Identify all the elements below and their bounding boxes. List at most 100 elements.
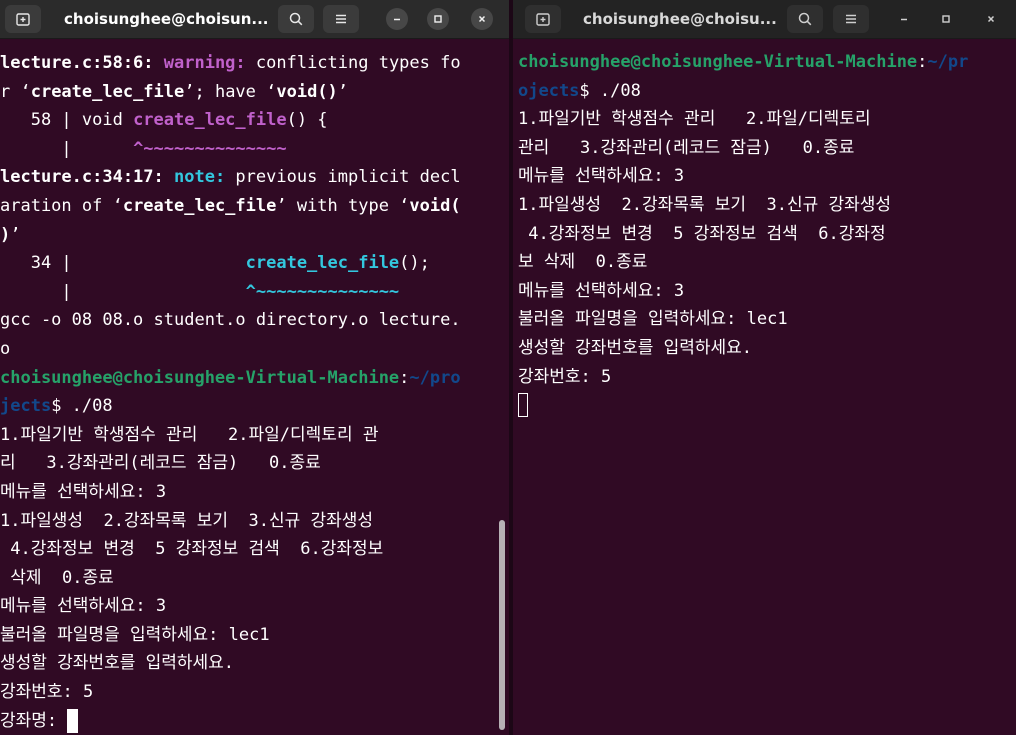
terminal-text: 관리 3.강좌관리(레코드 잠금) 0.종료 (518, 137, 855, 158)
terminal-line: 34 | create_lec_file(); (0, 249, 509, 278)
minimize-button[interactable] (893, 8, 915, 30)
new-tab-icon (536, 13, 550, 26)
terminal-text: 생성할 강좌번호를 입력하세요. (0, 653, 235, 674)
terminal-line: 삭제 0.종료 (0, 564, 509, 593)
search-icon (289, 12, 303, 26)
titlebar[interactable]: choisunghee@choisun... (0, 0, 509, 39)
text-cursor (518, 393, 528, 418)
terminal-text: 메뉴를 선택하세요: 3 (518, 280, 685, 301)
terminal-text: | (0, 281, 246, 302)
terminal-text: 4.강좌정보 변경 5 강좌정보 검색 6.강좌정 (518, 223, 886, 244)
maximize-button[interactable] (935, 8, 957, 30)
terminal-text: 34 | (0, 253, 246, 274)
terminal-text: choisunghee@choisunghee-Virtual-Machine (0, 367, 400, 388)
terminal-text: void( (409, 195, 461, 216)
minimize-icon (394, 18, 400, 21)
terminal-text: gcc -o 08 08.o student.o directory.o lec… (0, 310, 461, 331)
titlebar[interactable]: choisunghee@choisu... (513, 0, 1016, 39)
terminal-line: 1.파일기반 학생점수 관리 2.파일/디렉토리 관 (0, 421, 509, 450)
terminal-text: 1.파일기반 학생점수 관리 2.파일/디렉토리 (518, 109, 871, 130)
terminal-text: lecture.c:58:6: (0, 53, 164, 73)
terminal-text: 생성할 강좌번호를 입력하세요. (518, 337, 753, 358)
terminal-output[interactable]: choisunghee@choisunghee-Virtual-Machine:… (518, 48, 1016, 735)
terminal-window-right[interactable]: choisunghee@choisu... choisunghee@choisu… (513, 0, 1016, 735)
terminal-line: 강좌번호: 5 (518, 363, 1016, 392)
terminal-text: void() (276, 81, 338, 102)
terminal-text: jects (0, 396, 52, 417)
terminal-text: create_lec_file (133, 110, 287, 131)
terminal-text: ^~~~~~~~~~~~~~~ (133, 138, 287, 159)
maximize-icon (434, 15, 442, 23)
search-button[interactable] (787, 5, 823, 33)
terminal-output[interactable]: lecture.c:58:6: warning: conflicting typ… (0, 49, 509, 735)
terminal-text: 강좌명: (0, 710, 68, 731)
close-button[interactable] (471, 8, 493, 30)
text-cursor (67, 708, 79, 733)
terminal-text: 1.파일기반 학생점수 관리 2.파일/디렉토리 관 (0, 424, 379, 445)
terminal-line: aration of ‘create_lec_file’ with type ‘… (0, 192, 509, 221)
new-tab-button[interactable] (5, 5, 41, 33)
terminal-line: 생성할 강좌번호를 입력하세요. (0, 649, 509, 678)
menu-button[interactable] (323, 5, 359, 33)
terminal-text: conflicting types fo (245, 53, 461, 73)
terminal-text: 강좌번호: 5 (518, 366, 612, 387)
menu-button[interactable] (833, 5, 869, 33)
terminal-line: 강좌명: (0, 707, 509, 735)
terminal-text: 불러올 파일명을 입력하세요: lec1 (0, 624, 270, 645)
terminal-text: | (0, 138, 134, 159)
terminal-text: 메뉴를 선택하세요: 3 (0, 481, 167, 502)
terminal-text: previous implicit decl (225, 167, 461, 188)
terminal-text: ^~~~~~~~~~~~~~~ (245, 281, 400, 302)
terminal-text: create_lec_file (245, 253, 400, 274)
terminal-line: choisunghee@choisunghee-Virtual-Machine:… (0, 364, 509, 393)
minimize-button[interactable] (386, 8, 408, 30)
terminal-text: 강좌번호: 5 (0, 682, 94, 703)
terminal-line: | ^~~~~~~~~~~~~~~ (0, 135, 509, 164)
terminal-text: 1.파일생성 2.강좌목록 보기 3.신규 강좌생성 (0, 510, 374, 531)
terminal-text: ’ (10, 224, 21, 245)
terminal-text: ’ with type ‘ (276, 195, 410, 216)
terminal-line: choisunghee@choisunghee-Virtual-Machine:… (518, 48, 1016, 77)
terminal-line: o (0, 335, 509, 364)
terminal-text: ojects (518, 80, 580, 101)
terminal-line: 1.파일생성 2.강좌목록 보기 3.신규 강좌생성 (518, 191, 1016, 220)
terminal-text: r ‘ (0, 81, 31, 102)
terminal-text: 메뉴를 선택하세요: 3 (518, 166, 685, 187)
search-icon (798, 12, 812, 26)
scrollbar[interactable] (499, 520, 505, 730)
new-tab-button[interactable] (525, 5, 561, 33)
terminal-text: o (0, 338, 11, 359)
terminal-text: ) (0, 224, 11, 245)
hamburger-menu-icon (846, 14, 856, 24)
hamburger-menu-icon (336, 14, 346, 24)
terminal-line: 관리 3.강좌관리(레코드 잠금) 0.종료 (518, 134, 1016, 163)
terminal-text: () { (286, 110, 328, 131)
terminal-text: aration of ‘ (0, 195, 123, 216)
terminal-text: 보 삭제 0.종료 (518, 252, 648, 273)
close-icon (478, 15, 486, 23)
terminal-text: create_lec_file (122, 195, 277, 216)
terminal-text: $ ./08 (579, 80, 641, 101)
terminal-line: 생성할 강좌번호를 입력하세요. (518, 334, 1016, 363)
terminal-text: lecture.c:34:17: (0, 167, 174, 188)
terminal-line: 불러올 파일명을 입력하세요: lec1 (518, 305, 1016, 334)
terminal-line: 1.파일생성 2.강좌목록 보기 3.신규 강좌생성 (0, 507, 509, 536)
terminal-line: 1.파일기반 학생점수 관리 2.파일/디렉토리 (518, 105, 1016, 134)
maximize-button[interactable] (427, 8, 449, 30)
terminal-text: 불러올 파일명을 입력하세요: lec1 (518, 309, 788, 330)
terminal-line: 메뉴를 선택하세요: 3 (518, 277, 1016, 306)
terminal-line: 메뉴를 선택하세요: 3 (0, 478, 509, 507)
close-button[interactable] (980, 8, 1002, 30)
search-button[interactable] (278, 5, 314, 33)
terminal-line: 보 삭제 0.종료 (518, 248, 1016, 277)
terminal-line: )’ (0, 221, 509, 250)
terminal-text: warning: (163, 53, 246, 73)
terminal-text: note: (174, 167, 226, 188)
terminal-text: $ ./08 (51, 396, 113, 417)
terminal-line: 불러올 파일명을 입력하세요: lec1 (0, 621, 509, 650)
terminal-text: : (917, 52, 928, 72)
terminal-window-left[interactable]: choisunghee@choisun... lecture.c:58:6: w… (0, 0, 509, 735)
terminal-line: r ‘create_lec_file’; have ‘void()’ (0, 78, 509, 107)
new-tab-icon (16, 13, 30, 26)
minimize-icon (901, 18, 907, 21)
